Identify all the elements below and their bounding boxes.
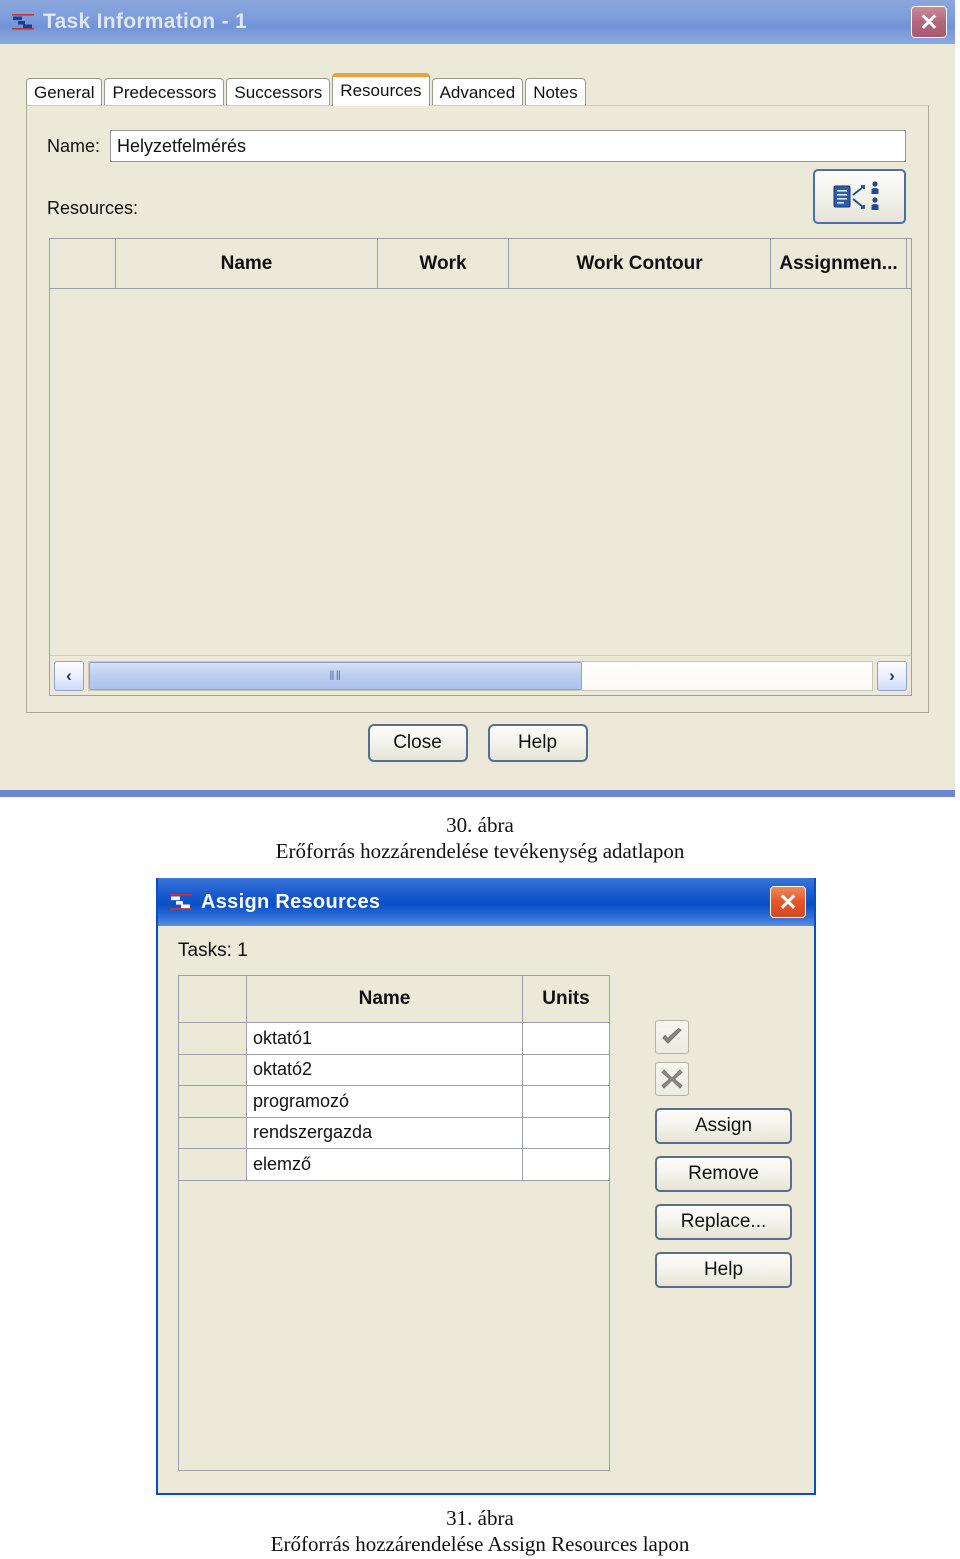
tab-advanced[interactable]: Advanced xyxy=(431,78,524,106)
figure-31-number: 31. ábra xyxy=(446,1506,514,1530)
row-select-cell[interactable] xyxy=(179,1117,247,1148)
remove-button[interactable]: Remove xyxy=(655,1156,792,1192)
close-button[interactable]: Close xyxy=(367,724,468,762)
assign-col-select[interactable] xyxy=(179,976,247,1022)
assign-grid-header: Name Units xyxy=(179,976,609,1023)
table-row[interactable]: rendszergazda xyxy=(179,1117,609,1149)
assign-col-name[interactable]: Name xyxy=(247,976,523,1022)
assign-resources-icon xyxy=(833,180,878,210)
assign-dialog-titlebar: Assign Resources ✕ xyxy=(158,878,814,926)
grid-col-assignment[interactable]: Assignmen... xyxy=(771,239,907,288)
resources-label: Resources: xyxy=(47,198,139,218)
figure-30-text: Erőforrás hozzárendelése tevékenység ada… xyxy=(275,839,685,863)
project-gantt-icon xyxy=(12,12,34,32)
confirm-check-icon[interactable] xyxy=(655,1020,689,1054)
table-row[interactable]: oktató2 xyxy=(179,1054,609,1086)
scroll-left-icon[interactable]: ‹ xyxy=(54,660,84,691)
task-name-label: Name: xyxy=(47,135,101,156)
assign-resources-dialog: Assign Resources ✕ Tasks: 1 Name Units o… xyxy=(156,878,816,1495)
row-select-cell[interactable] xyxy=(179,1054,247,1085)
row-name-cell[interactable]: rendszergazda xyxy=(247,1117,523,1148)
assign-resources-grid: Name Units oktató1 oktató2 programozó re… xyxy=(178,975,610,1471)
resources-grid: Name Work Work Contour Assignmen... ‹ ‖‖… xyxy=(49,238,912,696)
tasks-count-label: Tasks: 1 xyxy=(178,940,248,961)
resources-tab-panel: Name: Helyzetfelmérés Resources: Name Wo… xyxy=(26,105,929,713)
project-gantt-icon xyxy=(170,892,192,912)
table-row[interactable]: oktató1 xyxy=(179,1023,609,1055)
resources-grid-header: Name Work Work Contour Assignmen... xyxy=(50,239,911,289)
task-name-input[interactable]: Helyzetfelmérés xyxy=(110,130,906,162)
row-units-cell[interactable] xyxy=(523,1086,609,1117)
grid-col-work[interactable]: Work xyxy=(378,239,509,288)
scrollbar-thumb[interactable]: ‖‖ xyxy=(89,661,583,690)
cancel-x-icon[interactable] xyxy=(655,1062,689,1096)
task-name-row: Name: Helyzetfelmérés xyxy=(47,130,906,162)
tab-successors[interactable]: Successors xyxy=(226,78,331,106)
task-information-dialog: Task Information - 1 ✕ General Predecess… xyxy=(0,0,955,797)
row-select-cell[interactable] xyxy=(179,1149,247,1180)
row-name-cell[interactable]: elemző xyxy=(247,1149,523,1180)
task-dialog-title: Task Information - 1 xyxy=(43,10,247,33)
task-dialog-tabstrip: General Predecessors Successors Resource… xyxy=(26,73,586,106)
resources-grid-body[interactable] xyxy=(50,289,911,654)
table-row[interactable]: elemző xyxy=(179,1149,609,1181)
tab-notes[interactable]: Notes xyxy=(525,78,586,106)
scrollbar-track[interactable]: ‖‖ xyxy=(88,660,873,691)
help-button[interactable]: Help xyxy=(655,1252,792,1288)
help-button[interactable]: Help xyxy=(487,724,588,762)
row-select-cell[interactable] xyxy=(179,1086,247,1117)
close-icon[interactable]: ✕ xyxy=(911,6,947,38)
grid-col-name[interactable]: Name xyxy=(116,239,378,288)
assign-resources-icon-button[interactable] xyxy=(813,169,906,224)
grid-col-overflow[interactable] xyxy=(907,239,911,288)
tab-predecessors[interactable]: Predecessors xyxy=(104,78,225,106)
figure-30-caption: 30. ábra Erőforrás hozzárendelése tevéke… xyxy=(0,812,960,865)
figure-31-caption: 31. ábra Erőforrás hozzárendelése Assign… xyxy=(0,1505,960,1558)
row-name-cell[interactable]: oktató1 xyxy=(247,1023,523,1054)
row-select-cell[interactable] xyxy=(179,1023,247,1054)
scroll-right-icon[interactable]: › xyxy=(877,660,907,691)
row-units-cell[interactable] xyxy=(523,1054,609,1085)
assign-dialog-title: Assign Resources xyxy=(201,890,381,913)
task-dialog-buttons: Close Help xyxy=(0,724,955,762)
resources-grid-hscrollbar[interactable]: ‹ ‖‖ › xyxy=(50,655,911,695)
figure-31-text: Erőforrás hozzárendelése Assign Resource… xyxy=(270,1532,690,1556)
close-icon[interactable]: ✕ xyxy=(770,886,806,918)
tab-general[interactable]: General xyxy=(26,78,103,106)
grid-col-select[interactable] xyxy=(50,239,116,288)
task-dialog-titlebar: Task Information - 1 ✕ xyxy=(0,0,955,44)
grid-col-work-contour[interactable]: Work Contour xyxy=(509,239,771,288)
tab-resources[interactable]: Resources xyxy=(332,73,430,106)
assign-button[interactable]: Assign xyxy=(655,1108,792,1144)
row-units-cell[interactable] xyxy=(523,1149,609,1180)
table-row[interactable]: programozó xyxy=(179,1086,609,1118)
row-units-cell[interactable] xyxy=(523,1117,609,1148)
assign-dialog-sidebar: Assign Remove Replace... Help xyxy=(655,1020,805,1288)
row-name-cell[interactable]: programozó xyxy=(247,1086,523,1117)
assign-col-units[interactable]: Units xyxy=(523,976,609,1022)
row-units-cell[interactable] xyxy=(523,1023,609,1054)
row-name-cell[interactable]: oktató2 xyxy=(247,1054,523,1085)
figure-30-number: 30. ábra xyxy=(446,813,514,837)
replace-button[interactable]: Replace... xyxy=(655,1204,792,1240)
scrollbar-grip-icon: ‖‖ xyxy=(329,668,343,683)
